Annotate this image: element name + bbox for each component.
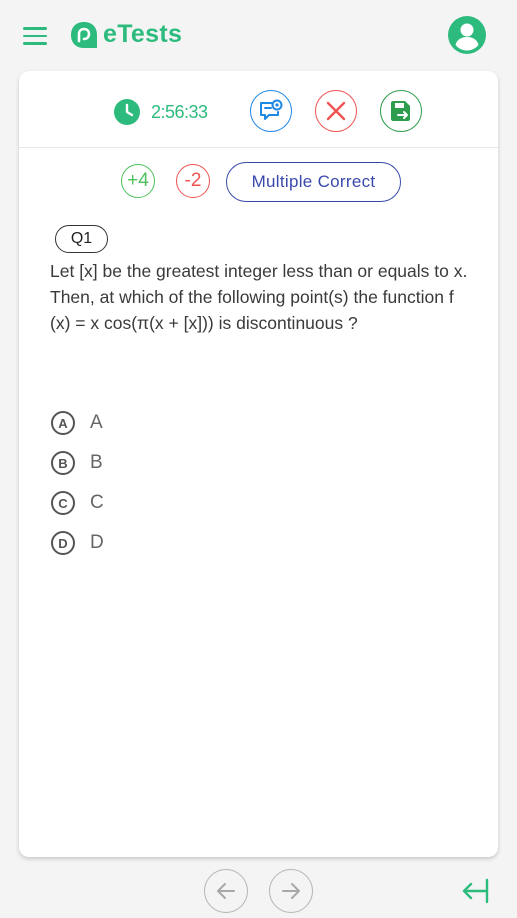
option-c-radio[interactable]: C	[51, 491, 75, 515]
save-button[interactable]	[380, 90, 422, 132]
option-d[interactable]: D D	[51, 528, 251, 558]
clock-icon	[114, 99, 140, 125]
option-a[interactable]: A A	[51, 408, 251, 438]
timer-toolbar: 2:56:33	[19, 71, 498, 148]
hint-button[interactable]	[250, 90, 292, 132]
app-logo: eTests	[70, 20, 182, 49]
question-type-badge: Multiple Correct	[226, 162, 401, 202]
previous-question-button[interactable]	[204, 869, 248, 913]
option-b-label: B	[90, 452, 103, 473]
question-card: 2:56:33 +4 -2 Multiple Correct Q1 Let [x…	[19, 71, 498, 857]
question-text: Let [x] be the greatest integer less tha…	[50, 261, 468, 333]
arrow-right-icon	[282, 883, 300, 899]
option-c[interactable]: C C	[51, 488, 251, 518]
marking-scheme: +4 -2 Multiple Correct	[19, 162, 498, 206]
option-a-label: A	[90, 412, 103, 433]
bottom-navigation	[0, 862, 517, 918]
close-button[interactable]	[315, 90, 357, 132]
question-number-badge: Q1	[55, 225, 108, 253]
negative-marks-badge: -2	[176, 164, 210, 198]
hamburger-menu-icon[interactable]	[23, 27, 47, 45]
speech-bubble-hint-icon	[260, 99, 283, 120]
close-x-icon	[326, 101, 346, 121]
user-profile-icon[interactable]	[448, 16, 486, 54]
positive-marks-badge: +4	[121, 164, 155, 198]
option-a-radio[interactable]: A	[51, 411, 75, 435]
option-b[interactable]: B B	[51, 448, 251, 478]
collapse-panel-icon[interactable]	[460, 878, 490, 904]
top-app-bar: eTests	[0, 0, 517, 72]
arrow-left-icon	[217, 883, 235, 899]
app-name: eTests	[103, 20, 183, 48]
save-floppy-icon	[391, 101, 410, 121]
next-question-button[interactable]	[269, 869, 313, 913]
etests-logo-icon	[71, 21, 97, 48]
option-d-radio[interactable]: D	[51, 531, 75, 555]
option-b-radio[interactable]: B	[51, 451, 75, 475]
option-c-label: C	[90, 492, 104, 513]
option-d-label: D	[90, 532, 104, 553]
timer-value: 2:56:33	[151, 102, 208, 122]
